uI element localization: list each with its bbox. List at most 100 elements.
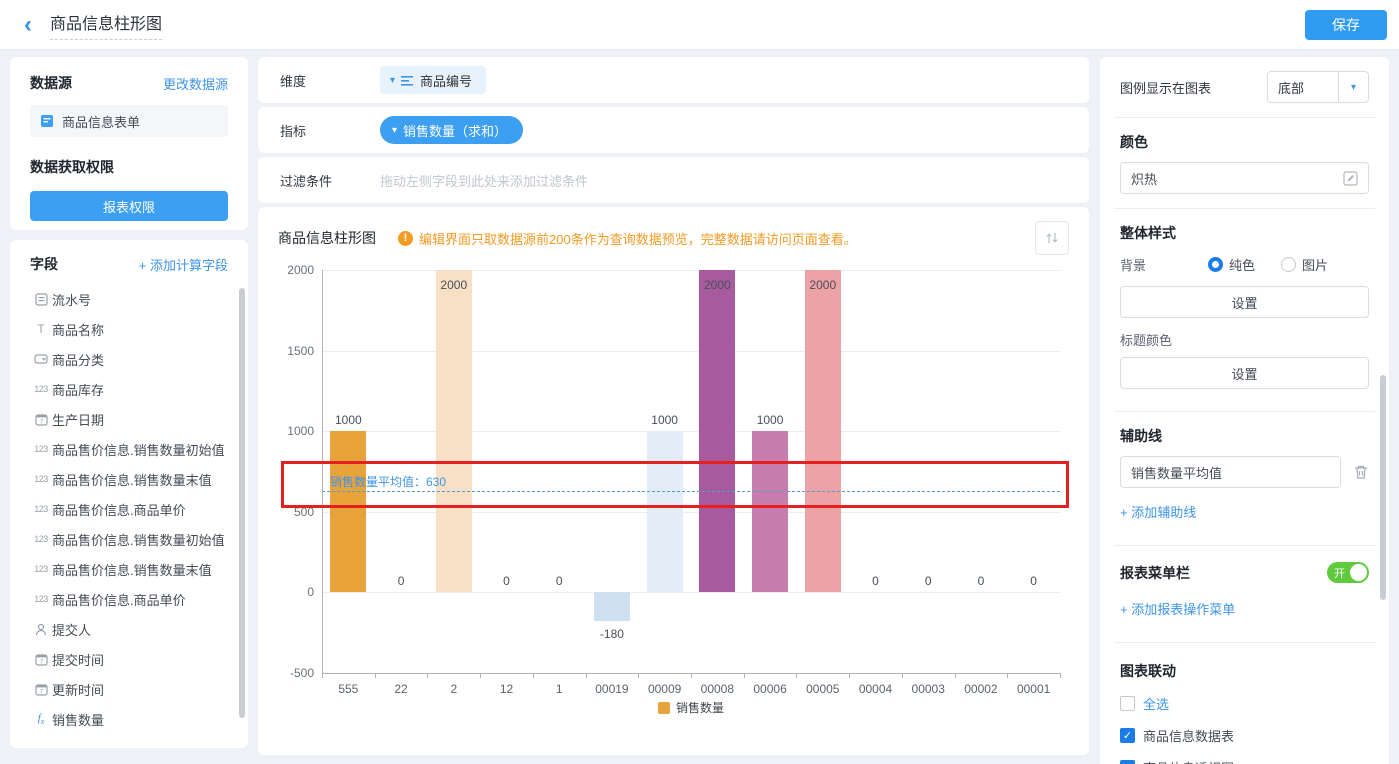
field-item[interactable]: fx销售数量 bbox=[30, 704, 240, 734]
metric-row: 指标 ▾ 销售数量（求和） bbox=[258, 107, 1089, 153]
color-theme-input[interactable]: 炽热 bbox=[1120, 162, 1369, 194]
chevron-down-icon: ▾ bbox=[1338, 72, 1368, 102]
gridline bbox=[322, 270, 1060, 271]
bar[interactable] bbox=[805, 270, 841, 592]
x-axis-category-label: 00001 bbox=[1008, 682, 1060, 696]
topbar: ‹ 商品信息柱形图 保存 bbox=[0, 0, 1399, 50]
y-axis-tick-label: -500 bbox=[264, 666, 314, 680]
bar[interactable] bbox=[436, 270, 472, 592]
linkage-checkbox[interactable]: ✓ bbox=[1120, 760, 1135, 764]
field-item[interactable]: 7更新时间 bbox=[30, 674, 240, 704]
gridline bbox=[322, 512, 1060, 513]
select-all-row[interactable]: 全选 bbox=[1120, 694, 1369, 713]
bar[interactable] bbox=[752, 431, 788, 592]
settings-scrollbar[interactable] bbox=[1380, 375, 1386, 600]
field-item[interactable]: 商品分类 bbox=[30, 344, 240, 374]
bar[interactable] bbox=[330, 431, 366, 592]
y-axis-tick-label: 1500 bbox=[264, 344, 314, 358]
bar[interactable] bbox=[647, 431, 683, 592]
bar-chart: -500050010001500200010000200000-18010002… bbox=[258, 207, 1089, 755]
bar[interactable] bbox=[699, 270, 735, 592]
field-item-label: 商品分类 bbox=[52, 350, 104, 369]
metric-tag-label: 销售数量（求和） bbox=[403, 121, 507, 140]
permission-title: 数据获取权限 bbox=[30, 157, 228, 177]
linkage-item[interactable]: ✓商品信息数据表 bbox=[1120, 726, 1369, 745]
field-item[interactable]: 流水号 bbox=[30, 284, 240, 314]
field-item[interactable]: 7生产日期 bbox=[30, 404, 240, 434]
x-axis-tickmark bbox=[955, 673, 956, 678]
x-axis-tickmark bbox=[480, 673, 481, 678]
report-permission-button[interactable]: 报表权限 bbox=[30, 191, 228, 221]
add-calc-field-link[interactable]: + 添加计算字段 bbox=[139, 255, 228, 274]
add-report-menu-link[interactable]: + 添加报表操作菜单 bbox=[1120, 599, 1235, 618]
field-item[interactable]: 123商品售价信息.商品单价 bbox=[30, 584, 240, 614]
select-all-label[interactable]: 全选 bbox=[1143, 694, 1169, 713]
bar-value-label: 2000 bbox=[797, 278, 849, 292]
chevron-down-icon: ▾ bbox=[392, 125, 397, 136]
field-item[interactable]: 123商品售价信息.销售数量初始值 bbox=[30, 524, 240, 554]
field-item-label: 商品库存 bbox=[52, 380, 104, 399]
field-item-label: 商品售价信息.销售数量初始值 bbox=[52, 440, 225, 459]
field-item-label: 商品名称 bbox=[52, 320, 104, 339]
report-menu-toggle[interactable]: 开 bbox=[1327, 562, 1369, 583]
linkage-checkbox[interactable]: ✓ bbox=[1120, 728, 1135, 743]
bar[interactable] bbox=[594, 592, 630, 621]
field-item[interactable]: 123商品售价信息.商品单价 bbox=[30, 494, 240, 524]
color-theme-value: 炽热 bbox=[1131, 169, 1157, 188]
x-axis-category-label: 00005 bbox=[797, 682, 849, 696]
field-item[interactable]: 提交人 bbox=[30, 614, 240, 644]
edit-icon[interactable] bbox=[1343, 171, 1358, 186]
datasource-item[interactable]: 商品信息表单 bbox=[30, 105, 228, 137]
filter-row[interactable]: 过滤条件 拖动左侧字段到此处来添加过滤条件 bbox=[258, 157, 1089, 203]
field-item[interactable]: 123商品库存 bbox=[30, 374, 240, 404]
fields-scrollbar[interactable] bbox=[239, 288, 245, 718]
fx-icon: fx bbox=[30, 712, 52, 726]
number-icon: 123 bbox=[30, 594, 52, 604]
field-item[interactable]: 7提交时间 bbox=[30, 644, 240, 674]
y-axis-tick-label: 2000 bbox=[264, 263, 314, 277]
bar-value-label: 1000 bbox=[639, 413, 691, 427]
field-item-label: 销售数量 bbox=[52, 710, 104, 729]
field-item[interactable]: 123商品售价信息.销售数量末值 bbox=[30, 554, 240, 584]
radio-image[interactable] bbox=[1281, 257, 1296, 272]
datasource-title: 数据源 bbox=[30, 73, 72, 93]
save-button[interactable]: 保存 bbox=[1305, 10, 1387, 40]
chart-panel: 商品信息柱形图 ! 编辑界面只取数据源前200条作为查询数据预览，完整数据请访问… bbox=[258, 207, 1089, 755]
field-item[interactable]: T商品名称 bbox=[30, 314, 240, 344]
field-item[interactable]: 123商品售价信息.销售数量初始值 bbox=[30, 434, 240, 464]
background-setting-button[interactable]: 设置 bbox=[1120, 286, 1369, 318]
x-axis-tickmark bbox=[796, 673, 797, 678]
x-axis-category-label: 1 bbox=[533, 682, 585, 696]
title-color-setting-button[interactable]: 设置 bbox=[1120, 357, 1369, 389]
annotation-highlight-box bbox=[281, 461, 1069, 508]
x-axis-category-label: 00006 bbox=[744, 682, 796, 696]
id-icon bbox=[30, 293, 52, 306]
title-color-label: 标题颜色 bbox=[1120, 330, 1369, 349]
page-title: 商品信息柱形图 bbox=[50, 10, 162, 40]
sort-lines-icon bbox=[401, 75, 414, 86]
x-axis-tickmark bbox=[902, 673, 903, 678]
text-icon: T bbox=[30, 322, 52, 336]
guide-line-input[interactable]: 销售数量平均值 bbox=[1120, 456, 1341, 488]
select-all-checkbox[interactable] bbox=[1120, 696, 1135, 711]
metric-tag[interactable]: ▾ 销售数量（求和） bbox=[380, 116, 523, 144]
trash-icon[interactable] bbox=[1353, 464, 1369, 480]
field-item[interactable]: 123商品售价信息.销售数量末值 bbox=[30, 464, 240, 494]
chart-legend[interactable]: 销售数量 bbox=[322, 699, 1060, 716]
add-guide-line-link[interactable]: + 添加辅助线 bbox=[1120, 502, 1196, 521]
bar-value-label: 2000 bbox=[428, 278, 480, 292]
legend-position-select[interactable]: 底部 ▾ bbox=[1267, 71, 1369, 103]
change-datasource-link[interactable]: 更改数据源 bbox=[163, 74, 228, 93]
chart-linkage-title: 图表联动 bbox=[1120, 661, 1369, 681]
linkage-item[interactable]: ✓ 商品信息透视图 bbox=[1120, 758, 1369, 764]
dimension-tag[interactable]: ▾ 商品编号 bbox=[380, 66, 486, 94]
radio-solid-color[interactable] bbox=[1208, 257, 1223, 272]
settings-sidebar: 图例显示在图表 底部 ▾ 颜色 炽热 整体样式 背景 纯色 图片 设置 标题颜色… bbox=[1100, 57, 1389, 764]
bar-value-label: 1000 bbox=[744, 413, 796, 427]
back-button[interactable]: ‹ bbox=[24, 14, 32, 36]
number-icon: 123 bbox=[30, 504, 52, 514]
number-icon: 123 bbox=[30, 444, 52, 454]
linkage-item-label: 商品信息透视图 bbox=[1143, 758, 1234, 764]
bar-value-label: 0 bbox=[955, 574, 1007, 588]
linkage-list: ✓商品信息数据表✓商品信息透视图 bbox=[1120, 726, 1369, 764]
